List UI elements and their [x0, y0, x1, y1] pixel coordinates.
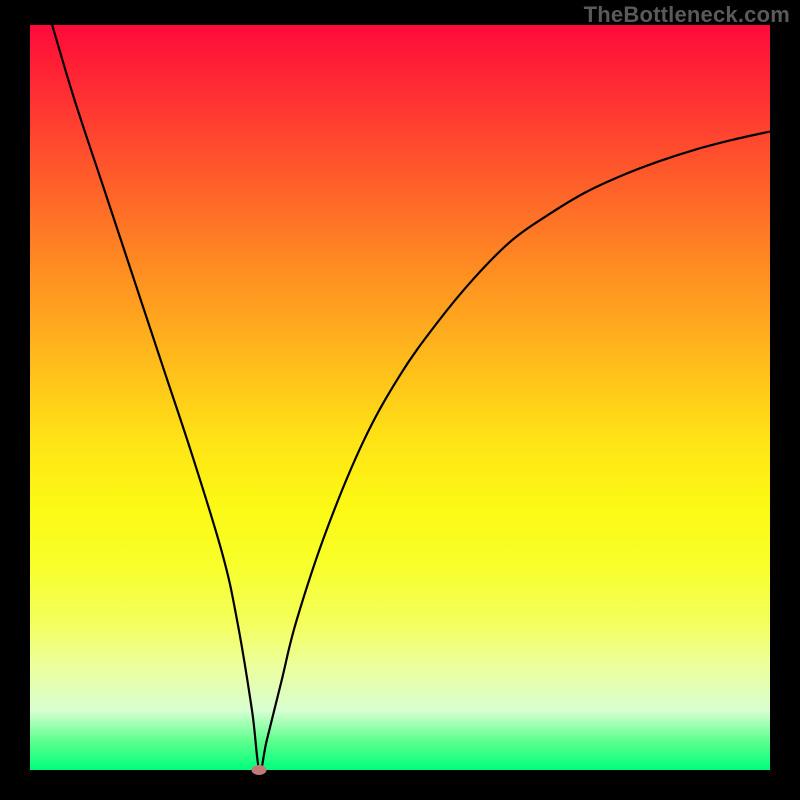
minimum-marker: [252, 765, 267, 775]
plot-area: [30, 25, 770, 770]
chart-frame: TheBottleneck.com: [0, 0, 800, 800]
bottleneck-curve: [30, 25, 770, 770]
watermark-text: TheBottleneck.com: [584, 2, 790, 28]
